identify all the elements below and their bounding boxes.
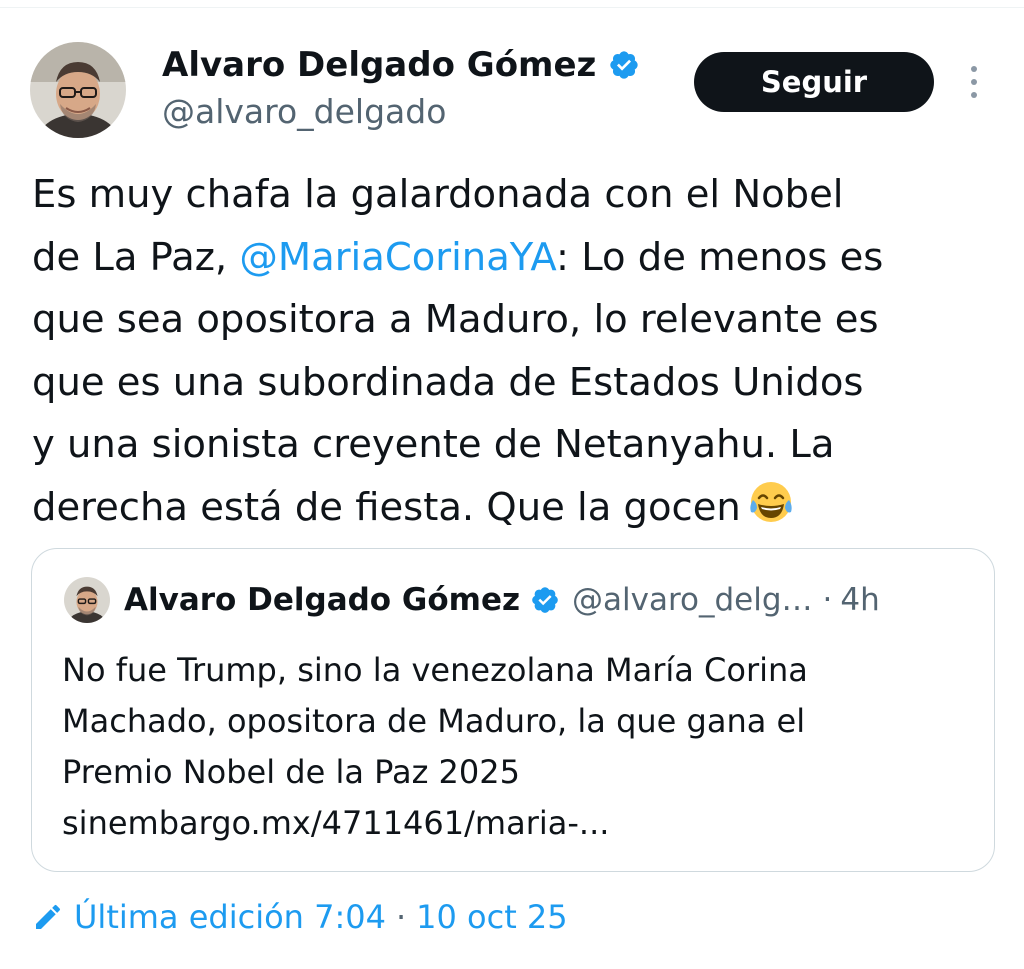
footer-separator: · (395, 898, 407, 936)
edit-history-link[interactable]: Última edición 7:04 · 10 oct 25 (32, 892, 568, 942)
quoted-timestamp[interactable]: 4h (840, 582, 879, 618)
quoted-author-avatar[interactable] (64, 577, 110, 623)
mention-link[interactable]: @MariaCorinaYA (239, 235, 556, 280)
pencil-icon (36, 904, 61, 929)
edited-label[interactable]: Última edición 7:04 (74, 898, 386, 936)
tweet-text: Es muy chafa la galardonada con el Nobel… (32, 164, 1002, 539)
author-name-row[interactable]: Alvaro Delgado Gómez (162, 42, 640, 88)
author-name[interactable]: Alvaro Delgado Gómez (162, 42, 596, 88)
verified-badge-icon (610, 51, 639, 79)
more-options-icon[interactable] (958, 60, 990, 104)
dot (971, 66, 977, 72)
quoted-separator: · (822, 582, 833, 618)
avatar-photo-icon (64, 577, 110, 623)
top-divider (0, 0, 1024, 8)
quoted-tweet-header: Alvaro Delgado Gómez @alvaro_delg… · 4h (124, 575, 984, 625)
quoted-tweet-card[interactable]: Alvaro Delgado Gómez @alvaro_delg… · 4h … (31, 548, 995, 872)
avatar-photo-icon (30, 42, 126, 138)
laughing-tears-emoji-icon (750, 481, 792, 522)
author-avatar[interactable] (30, 42, 126, 138)
follow-button[interactable]: Seguir (694, 52, 934, 112)
dot (971, 79, 977, 85)
author-handle[interactable]: @alvaro_delgado (162, 90, 446, 134)
verified-badge-icon (532, 587, 558, 613)
quoted-author-name[interactable]: Alvaro Delgado Gómez (124, 582, 520, 618)
quoted-author-handle[interactable]: @alvaro_delg… (572, 582, 813, 618)
quoted-tweet-text: No fue Trump, sino la venezolana María C… (62, 651, 808, 842)
footer-date[interactable]: 10 oct 25 (416, 898, 568, 936)
dot (971, 92, 977, 98)
